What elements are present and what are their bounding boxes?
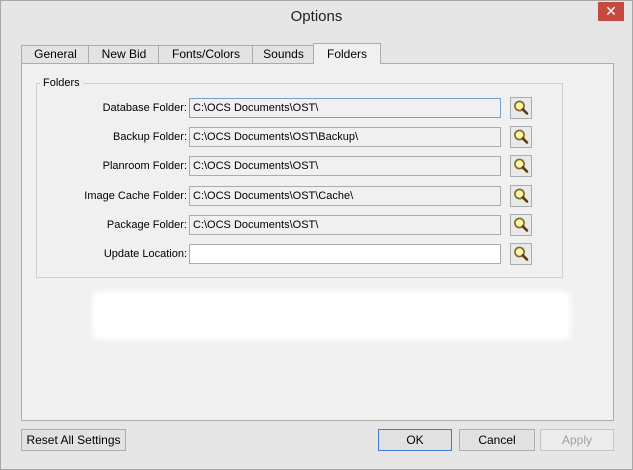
tab-new-bid[interactable]: New Bid	[88, 45, 160, 63]
backup-folder-field[interactable]: C:\OCS Documents\OST\Backup\	[189, 127, 501, 147]
update-location-field[interactable]	[189, 244, 501, 264]
options-dialog: Options ✕ General New Bid Fonts/Colors S…	[0, 0, 633, 470]
update-location-highlight	[95, 294, 568, 337]
close-icon: ✕	[605, 3, 617, 19]
update-location-browse-button[interactable]	[510, 243, 532, 265]
magnifier-icon	[514, 246, 529, 261]
planroom-folder-browse-button[interactable]	[510, 155, 532, 177]
ok-button[interactable]: OK	[378, 429, 452, 451]
database-folder-row: Database Folder: C:\OCS Documents\OST\	[22, 97, 613, 121]
folders-group-label: Folders	[40, 77, 83, 89]
title-bar[interactable]: Options ✕	[1, 1, 632, 33]
tab-folders[interactable]: Folders	[313, 43, 381, 64]
folders-tab-panel: Folders Database Folder: C:\OCS Document…	[21, 63, 614, 421]
tab-fonts-colors[interactable]: Fonts/Colors	[158, 45, 254, 63]
window-title: Options	[290, 8, 343, 25]
backup-folder-row: Backup Folder: C:\OCS Documents\OST\Back…	[22, 126, 613, 150]
image-cache-folder-browse-button[interactable]	[510, 185, 532, 207]
magnifier-icon	[514, 188, 529, 203]
package-folder-browse-button[interactable]	[510, 214, 532, 236]
magnifier-icon	[514, 158, 529, 173]
update-location-label: Update Location:	[103, 248, 187, 260]
magnifier-icon	[514, 100, 529, 115]
image-cache-folder-row: Image Cache Folder: C:\OCS Documents\OST…	[22, 185, 613, 209]
planroom-folder-row: Planroom Folder: C:\OCS Documents\OST\	[22, 155, 613, 179]
apply-button[interactable]: Apply	[540, 429, 614, 451]
database-folder-browse-button[interactable]	[510, 97, 532, 119]
image-cache-folder-field[interactable]: C:\OCS Documents\OST\Cache\	[189, 186, 501, 206]
package-folder-field[interactable]: C:\OCS Documents\OST\	[189, 215, 501, 235]
cancel-button[interactable]: Cancel	[459, 429, 535, 451]
tab-general[interactable]: General	[21, 45, 90, 63]
package-folder-row: Package Folder: C:\OCS Documents\OST\	[22, 214, 613, 238]
close-button[interactable]: ✕	[598, 2, 624, 21]
package-folder-label: Package Folder:	[106, 219, 187, 231]
magnifier-icon	[514, 217, 529, 232]
backup-folder-label: Backup Folder:	[113, 131, 187, 143]
database-folder-field[interactable]: C:\OCS Documents\OST\	[189, 98, 501, 118]
image-cache-folder-label: Image Cache Folder:	[84, 190, 187, 202]
backup-folder-browse-button[interactable]	[510, 126, 532, 148]
tab-sounds[interactable]: Sounds	[252, 45, 315, 63]
planroom-folder-label: Planroom Folder:	[102, 160, 187, 172]
magnifier-icon	[514, 129, 529, 144]
database-folder-label: Database Folder:	[102, 102, 187, 114]
planroom-folder-field[interactable]: C:\OCS Documents\OST\	[189, 156, 501, 176]
reset-all-settings-button[interactable]: Reset All Settings	[21, 429, 126, 451]
update-location-row: Update Location:	[22, 243, 613, 267]
